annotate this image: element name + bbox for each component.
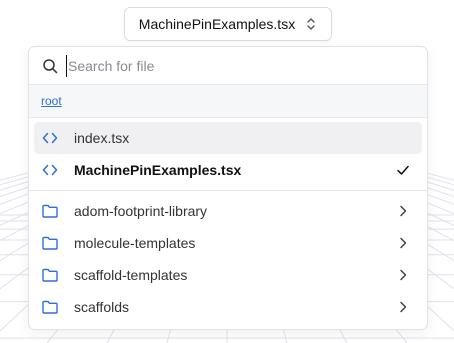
folder-icon [42, 268, 58, 282]
current-file-label: MachinePinExamples.tsx [138, 16, 296, 32]
file-selector-button[interactable]: MachinePinExamples.tsx [124, 7, 332, 41]
folder-icon [42, 300, 58, 314]
code-icon [42, 164, 58, 176]
search-input[interactable] [66, 54, 386, 77]
chevron-right-icon [400, 237, 407, 249]
folder-icon [42, 204, 58, 218]
search-row [29, 47, 427, 85]
folder-item-label: scaffolds [74, 299, 129, 315]
code-icon [42, 132, 58, 144]
chevron-up-down-icon [307, 18, 315, 30]
breadcrumb: root [29, 85, 427, 118]
folder-list: adom-footprint-library molecule-template… [29, 191, 427, 327]
folder-icon [42, 236, 58, 250]
file-item-label: index.tsx [74, 130, 130, 146]
check-icon [397, 165, 409, 175]
file-picker-popover: root index.tsx MachinePinExamples.tsx [28, 46, 428, 330]
file-item-machinepinexamples[interactable]: MachinePinExamples.tsx [34, 154, 422, 186]
folder-item-scaffold-templates[interactable]: scaffold-templates [34, 259, 422, 291]
chevron-right-icon [400, 301, 407, 313]
file-item-index[interactable]: index.tsx [34, 122, 422, 154]
folder-item-scaffolds[interactable]: scaffolds [34, 291, 422, 323]
folder-item-label: adom-footprint-library [74, 203, 208, 219]
folder-item-label: molecule-templates [74, 235, 196, 251]
search-icon [43, 58, 58, 73]
folder-item-label: scaffold-templates [74, 267, 188, 283]
chevron-right-icon [400, 205, 407, 217]
folder-item-adom-footprint-library[interactable]: adom-footprint-library [34, 195, 422, 227]
file-list: index.tsx MachinePinExamples.tsx [29, 118, 427, 191]
breadcrumb-root-link[interactable]: root [41, 94, 62, 108]
chevron-right-icon [400, 269, 407, 281]
folder-item-molecule-templates[interactable]: molecule-templates [34, 227, 422, 259]
file-item-label: MachinePinExamples.tsx [74, 162, 242, 178]
